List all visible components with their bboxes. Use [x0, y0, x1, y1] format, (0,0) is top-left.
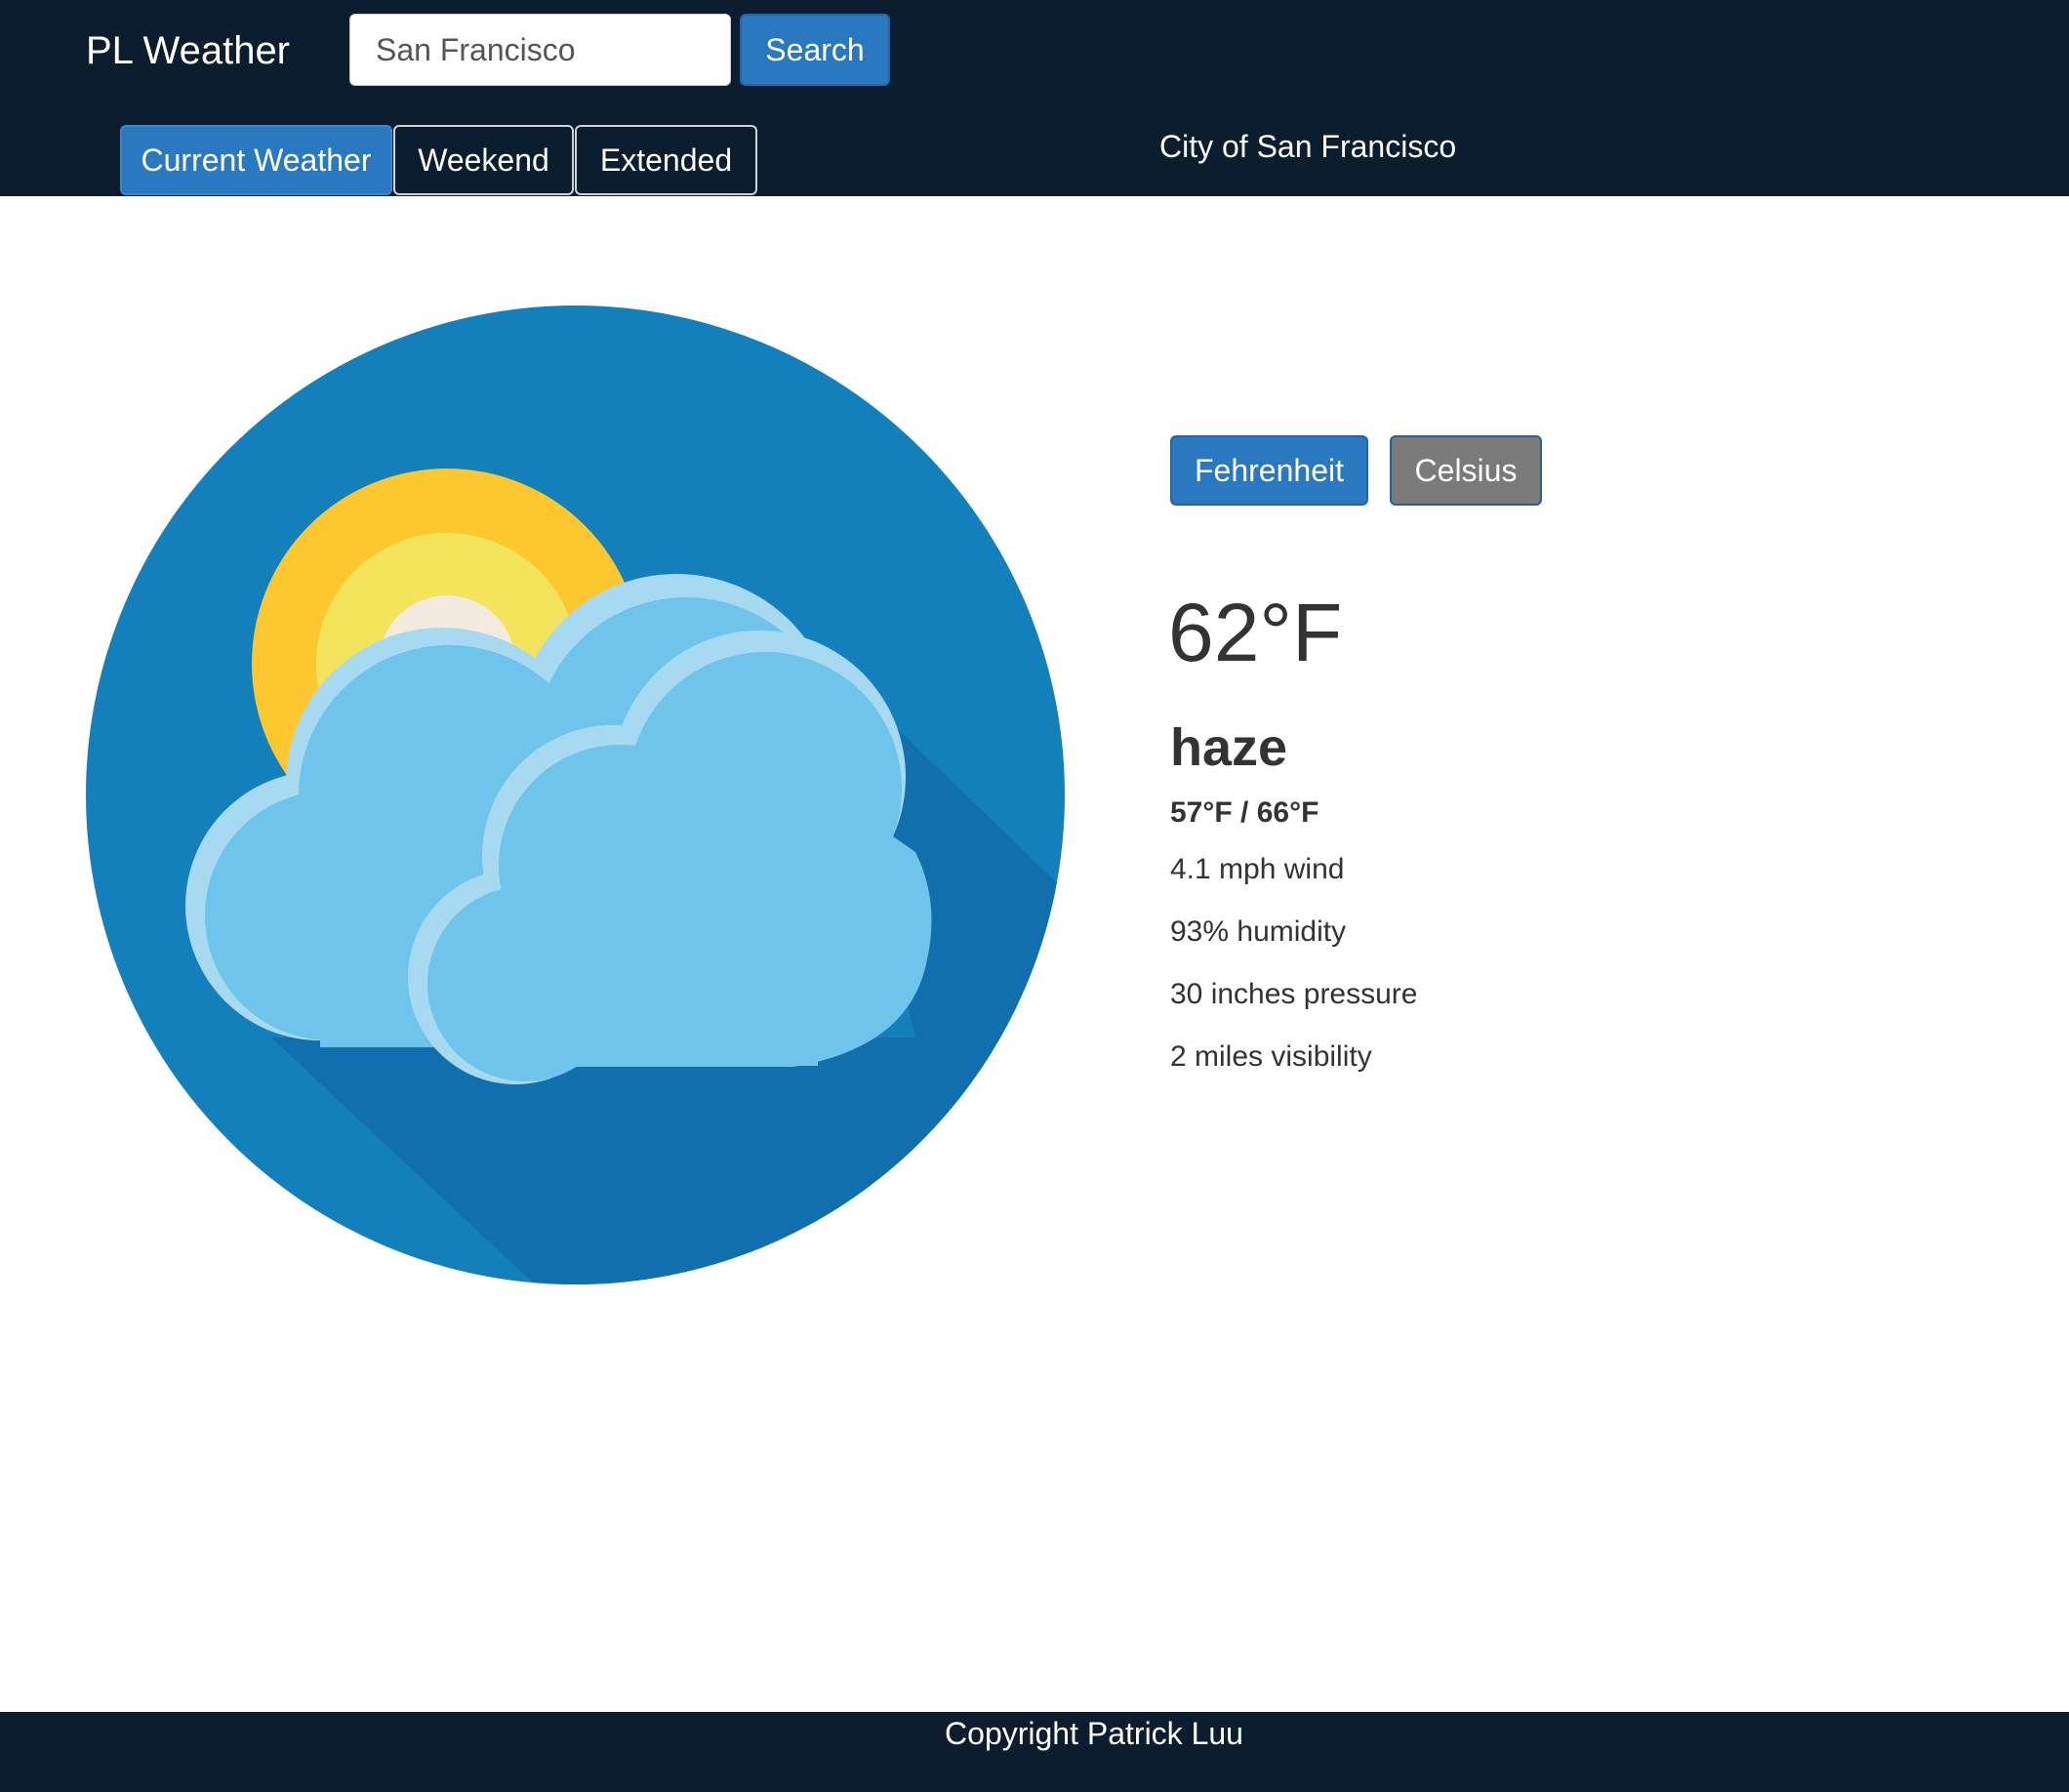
- tab-current-weather-label: Current Weather: [141, 143, 372, 178]
- visibility: 2 miles visibility: [1170, 1040, 1372, 1073]
- humidity: 93% humidity: [1170, 916, 1347, 948]
- temperature-range: 57°F / 66°F: [1170, 796, 1319, 829]
- page-footer: Copyright Patrick Luu: [0, 1712, 2069, 1792]
- tab-extended-label: Extended: [599, 143, 733, 178]
- brand-title[interactable]: PL Weather: [86, 25, 290, 76]
- top-navbar: PL Weather Search Current Weather Weeken…: [0, 0, 2069, 196]
- fahrenheit-button[interactable]: Fehrenheit: [1170, 435, 1368, 506]
- copyright-text: Copyright Patrick Luu: [945, 1716, 1243, 1751]
- pressure: 30 inches pressure: [1170, 978, 1418, 1010]
- weather-condition: haze: [1170, 718, 1288, 777]
- tab-current-weather[interactable]: Current Weather: [120, 125, 392, 195]
- city-title: City of San Francisco: [1159, 129, 1457, 164]
- celsius-button[interactable]: Celsius: [1390, 435, 1542, 506]
- current-temperature: 62°F: [1168, 587, 1343, 678]
- city-search-input[interactable]: [349, 14, 731, 86]
- tab-weekend[interactable]: Weekend: [393, 125, 574, 195]
- weather-app: PL Weather Search Current Weather Weeken…: [0, 0, 2069, 1792]
- wind-speed: 4.1 mph wind: [1170, 853, 1345, 885]
- tab-weekend-label: Weekend: [418, 143, 549, 178]
- tab-extended[interactable]: Extended: [575, 125, 757, 195]
- search-button[interactable]: Search: [740, 14, 890, 86]
- sun-behind-clouds-icon: [86, 305, 1065, 1284]
